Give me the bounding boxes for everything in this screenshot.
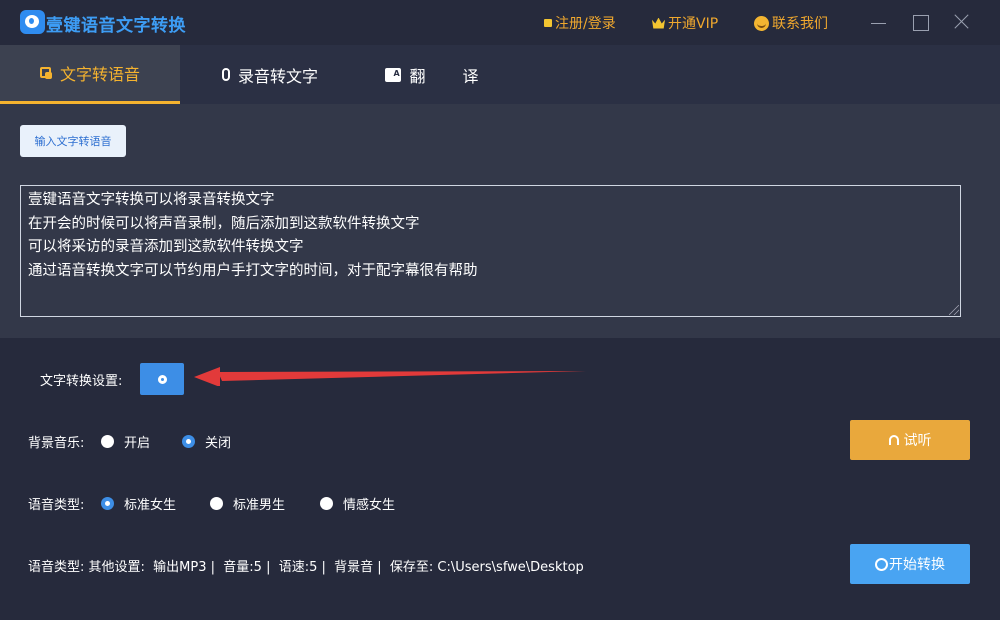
tab-label: 录音转文字 — [237, 66, 318, 86]
contact-link[interactable]: 联系我们 — [754, 13, 828, 33]
bgm-off-radio[interactable]: 关闭 — [182, 432, 231, 451]
start-convert-button[interactable]: 开始转换 — [850, 544, 970, 584]
voice-emotional-female-radio[interactable]: 情感女生 — [320, 494, 395, 513]
other-settings-text: 其他设置: 输出MP3 | 音量:5 | 语速:5 | 背景音 | 保存至: C… — [88, 560, 584, 575]
vip-label: 开通VIP — [668, 16, 719, 32]
tab-speech-to-text[interactable]: 录音转文字 — [200, 45, 340, 104]
voice-standard-female-radio[interactable]: 标准女生 — [101, 494, 176, 513]
translate-icon — [385, 67, 402, 82]
title-bar: 壹键语音文字转换 注册/登录 开通VIP 联系我们 — [0, 0, 1000, 45]
tab-text-to-speech[interactable]: 文字转语音 — [0, 45, 180, 104]
radio-label: 关闭 — [205, 436, 232, 451]
listen-label: 试听 — [903, 433, 932, 449]
input-text-mode-button[interactable]: 输入文字转语音 — [20, 125, 126, 157]
radio-label: 开启 — [124, 436, 151, 451]
tab-label: 翻 译 — [409, 66, 495, 86]
crown-icon — [652, 17, 665, 29]
red-arrow-annotation — [194, 367, 586, 386]
text-input-area[interactable]: 壹键语音文字转换可以将录音转换文字 在开会的时候可以将声音录制，随后添加到这款软… — [20, 185, 961, 317]
smile-icon — [754, 15, 769, 31]
convert-icon — [875, 557, 888, 571]
microphone-icon — [221, 68, 230, 81]
radio-dot — [210, 497, 223, 510]
bgm-on-radio[interactable]: 开启 — [101, 432, 150, 451]
voice-type-label: 语音类型: — [28, 498, 85, 513]
radio-dot-selected — [101, 497, 114, 510]
listen-button[interactable]: 试听 — [850, 420, 970, 460]
input-panel: 输入文字转语音 壹键语音文字转换可以将录音转换文字 在开会的时候可以将声音录制，… — [0, 104, 1000, 338]
start-label: 开始转换 — [889, 557, 945, 573]
settings-button[interactable] — [140, 363, 184, 395]
vip-link[interactable]: 开通VIP — [652, 13, 718, 33]
text-line: 壹键语音文字转换可以将录音转换文字 — [28, 192, 275, 208]
contact-label: 联系我们 — [772, 16, 828, 32]
maximize-icon[interactable] — [912, 13, 930, 31]
radio-label: 情感女生 — [343, 498, 396, 513]
close-icon[interactable] — [952, 13, 970, 31]
text-line: 在开会的时候可以将声音录制，随后添加到这款软件转换文字 — [28, 215, 420, 232]
text-line: 通过语音转换文字可以节约用户手打文字的时间，对于配字幕很有帮助 — [28, 262, 478, 279]
text-to-speech-icon — [39, 67, 52, 79]
text-line: 可以将采访的录音添加到这款软件转换文字 — [28, 239, 304, 255]
login-label: 注册/登录 — [555, 16, 616, 32]
bgm-label: 背景音乐: — [28, 436, 85, 451]
minimize-icon[interactable] — [870, 13, 888, 31]
tab-bar: 文字转语音 录音转文字 翻 译 — [0, 45, 1000, 104]
radio-dot — [320, 497, 333, 510]
app-logo-icon — [20, 10, 45, 34]
radio-dot — [101, 435, 114, 448]
user-icon — [544, 19, 552, 27]
other-row-label: 语音类型: — [28, 560, 85, 575]
tab-label: 文字转语音 — [59, 65, 140, 84]
other-settings-row: 语音类型: 其他设置: 输出MP3 | 音量:5 | 语速:5 | 背景音 | … — [28, 556, 584, 575]
headphones-icon — [888, 435, 899, 445]
voice-standard-male-radio[interactable]: 标准男生 — [210, 494, 285, 513]
radio-label: 标准女生 — [124, 498, 177, 513]
radio-dot-selected — [182, 435, 195, 448]
tab-translate[interactable]: 翻 译 — [380, 45, 500, 104]
login-link[interactable]: 注册/登录 — [544, 13, 616, 33]
resize-grip-icon[interactable] — [949, 305, 959, 315]
gear-icon — [157, 374, 167, 384]
app-title: 壹键语音文字转换 — [46, 16, 186, 36]
radio-label: 标准男生 — [233, 498, 286, 513]
conversion-settings-label: 文字转换设置: — [40, 374, 123, 389]
